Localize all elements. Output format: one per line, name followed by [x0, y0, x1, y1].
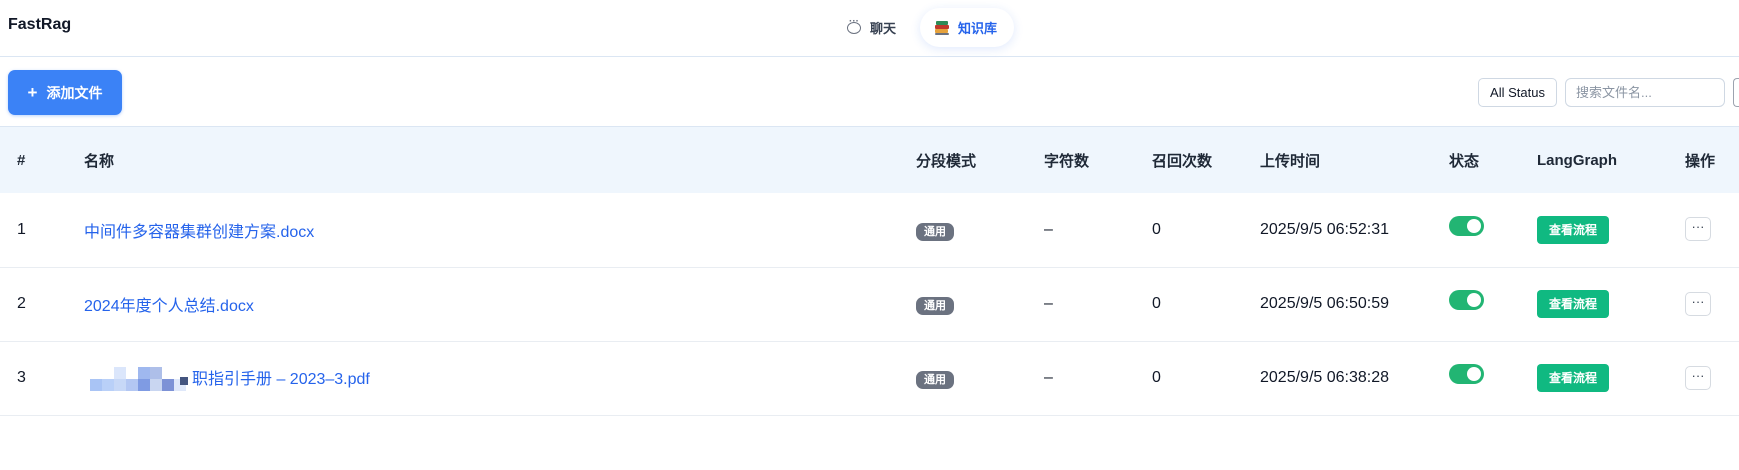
more-actions-button[interactable]: ··· — [1685, 365, 1711, 390]
char-count: – — [1044, 295, 1053, 312]
recall-count: 0 — [1152, 220, 1161, 238]
header-name: 名称 — [84, 152, 115, 170]
tab-knowledge-base[interactable]: 知识库 — [920, 8, 1014, 47]
upload-time: 2025/9/5 06:38:28 — [1260, 369, 1390, 386]
view-flow-button[interactable]: 查看流程 — [1537, 290, 1609, 318]
recall-count: 0 — [1152, 369, 1161, 386]
redacted-mosaic — [84, 367, 192, 392]
table-row: 2 2024年度个人总结.docx 通用 – 0 2025/9/5 06:50:… — [0, 267, 1739, 341]
top-bar: FastRag 聊天 知识库 — [0, 0, 1739, 57]
header-status: 状态 — [1449, 152, 1480, 170]
row-index: 2 — [17, 295, 26, 312]
table-header-row: # 名称 分段模式 字符数 召回次数 上传时间 状态 LangGraph 操作 — [0, 127, 1739, 193]
books-icon — [934, 20, 950, 36]
table-row: 3 职指引手册 – 2023–3.pdf 通用 – 0 2025/9/5 06:… — [0, 341, 1739, 415]
add-file-label: 添加文件 — [46, 84, 103, 101]
header-chars: 字符数 — [1044, 152, 1090, 170]
row-index: 3 — [17, 369, 26, 386]
view-flow-button[interactable]: 查看流程 — [1537, 215, 1609, 244]
table-row: 1 中间件多容器集群创建方案.docx 通用 – 0 2025/9/5 06:5… — [0, 193, 1739, 267]
file-table: # 名称 分段模式 字符数 召回次数 上传时间 状态 LangGraph 操作 … — [0, 127, 1739, 416]
chat-bubble-icon — [846, 16, 862, 36]
view-flow-button[interactable]: 查看流程 — [1537, 364, 1609, 392]
header-index: # — [17, 151, 26, 169]
recall-count: 0 — [1152, 295, 1161, 312]
tab-chat-label: 聊天 — [870, 21, 897, 36]
header-recalls: 召回次数 — [1152, 152, 1213, 170]
app-title: FastRag — [8, 16, 72, 33]
tab-chat[interactable]: 聊天 — [838, 8, 916, 47]
file-name-link[interactable]: 中间件多容器集群创建方案.docx — [84, 224, 314, 241]
more-actions-button[interactable]: ··· — [1685, 217, 1711, 242]
char-count: – — [1044, 369, 1053, 386]
tab-knowledge-base-label: 知识库 — [958, 21, 998, 36]
upload-time: 2025/9/5 06:52:31 — [1260, 220, 1390, 238]
upload-time: 2025/9/5 06:50:59 — [1260, 295, 1390, 312]
status-toggle[interactable] — [1449, 215, 1484, 236]
mode-badge: 通用 — [916, 371, 954, 389]
toolbar: + 添加文件 All Status — [0, 58, 1739, 127]
char-count: – — [1044, 220, 1053, 238]
status-toggle[interactable] — [1449, 289, 1484, 310]
mode-badge: 通用 — [916, 222, 954, 241]
file-name-link[interactable]: 2024年度个人总结.docx — [84, 298, 254, 315]
header-uploaded: 上传时间 — [1260, 152, 1321, 170]
toolbar-edge-button[interactable] — [1733, 78, 1739, 107]
status-filter-select[interactable]: All Status — [1478, 78, 1557, 107]
add-file-button[interactable]: + 添加文件 — [8, 70, 122, 115]
mode-badge: 通用 — [916, 297, 954, 315]
row-index: 1 — [17, 220, 26, 238]
plus-icon: + — [27, 83, 38, 102]
more-actions-button[interactable]: ··· — [1685, 291, 1711, 316]
status-toggle[interactable] — [1449, 363, 1484, 384]
search-input[interactable] — [1565, 78, 1725, 107]
header-mode: 分段模式 — [916, 152, 977, 170]
file-name-link[interactable]: 职指引手册 – 2023–3.pdf — [192, 371, 370, 388]
header-actions: 操作 — [1685, 152, 1716, 170]
header-langgraph: LangGraph — [1537, 151, 1618, 169]
